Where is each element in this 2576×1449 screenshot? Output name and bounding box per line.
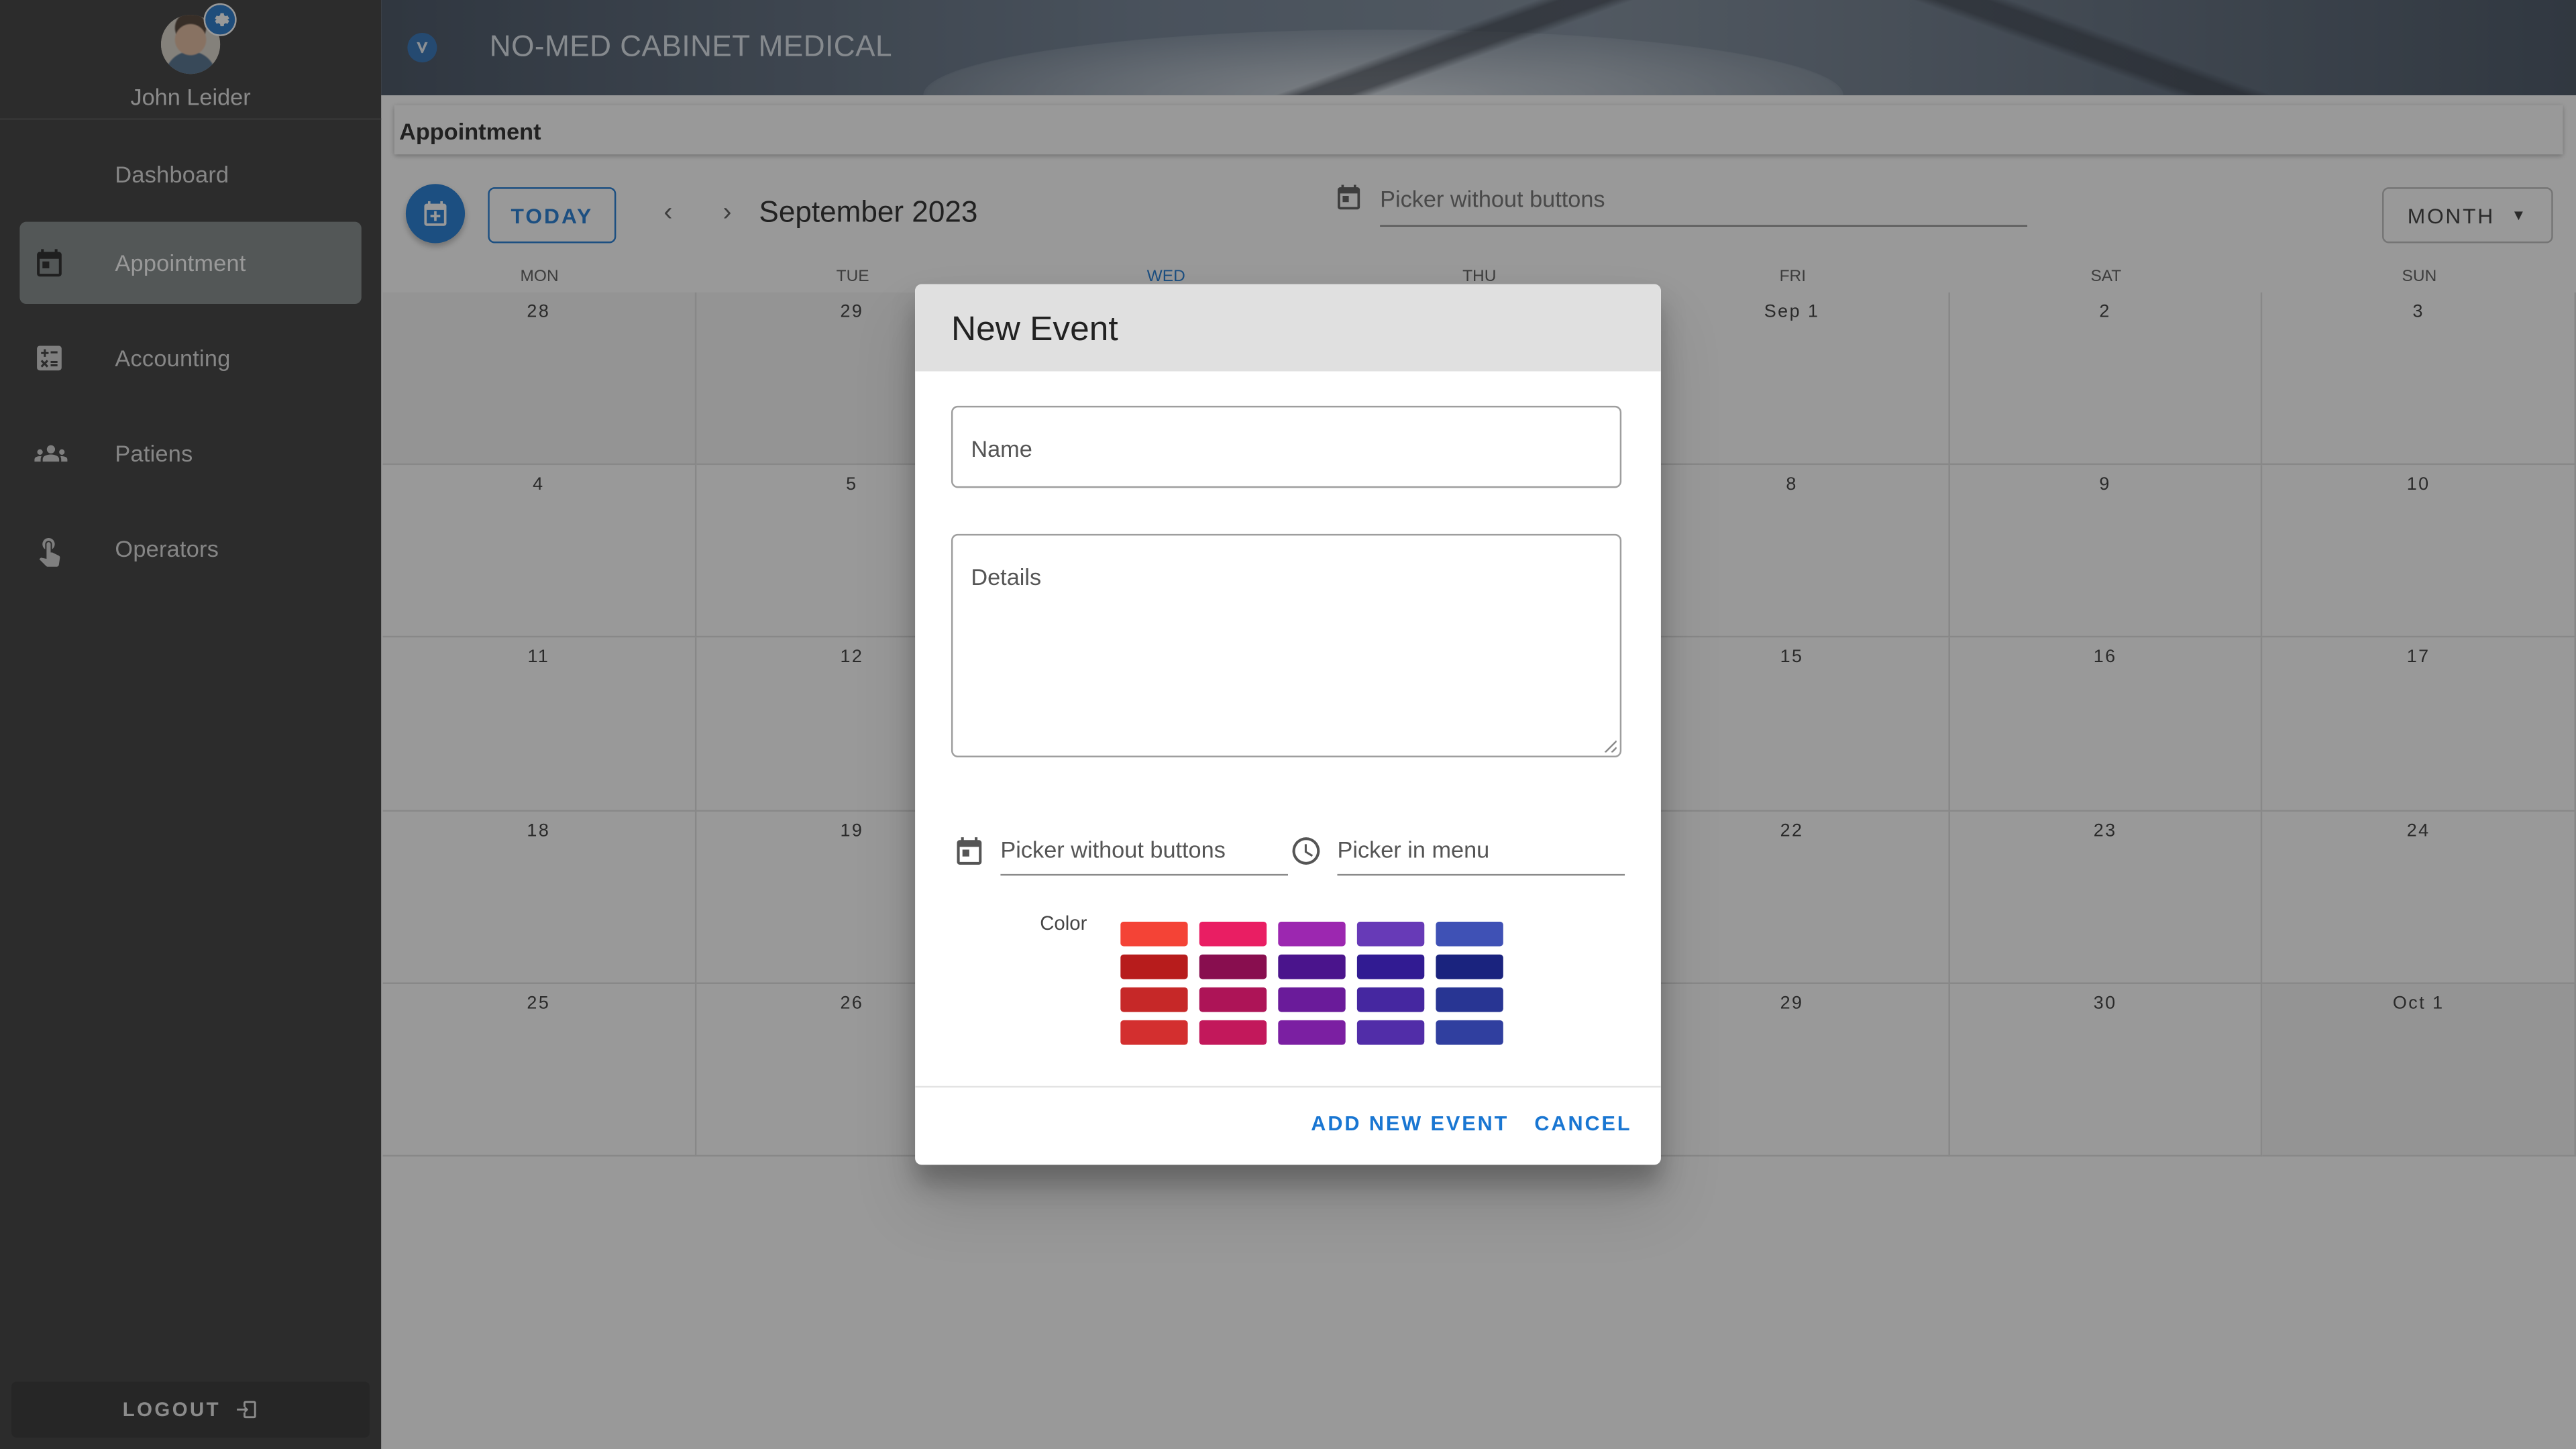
details-placeholder: Details (971, 564, 1042, 590)
dialog-header: New Event (915, 284, 1661, 372)
event-time-placeholder: Picker in menu (1337, 836, 1490, 863)
details-field[interactable]: Details (951, 533, 1622, 757)
color-swatch[interactable] (1199, 987, 1267, 1012)
color-swatch[interactable] (1356, 1020, 1425, 1045)
color-swatch[interactable] (1356, 987, 1425, 1012)
color-swatch[interactable] (1356, 921, 1425, 947)
color-swatch[interactable] (1436, 921, 1503, 947)
color-swatch[interactable] (1436, 987, 1503, 1012)
color-swatch[interactable] (1278, 987, 1346, 1012)
color-swatch[interactable] (1120, 954, 1188, 979)
color-swatch[interactable] (1278, 921, 1346, 947)
event-time-picker[interactable]: Picker in menu (1337, 837, 1625, 876)
color-label: Color (1040, 912, 1087, 935)
color-swatch[interactable] (1436, 1020, 1503, 1045)
color-swatch[interactable] (1199, 921, 1267, 947)
color-swatch[interactable] (1199, 1020, 1267, 1045)
color-swatch[interactable] (1356, 954, 1425, 979)
new-event-dialog: New Event Name Details Picker without bu… (915, 284, 1661, 1165)
dialog-divider (915, 1085, 1661, 1088)
color-swatch[interactable] (1120, 987, 1188, 1012)
color-swatch[interactable] (1278, 954, 1346, 979)
color-swatch[interactable] (1199, 954, 1267, 979)
cancel-button[interactable]: CANCEL (1534, 1112, 1631, 1135)
color-swatch[interactable] (1120, 1020, 1188, 1045)
event-date-picker[interactable]: Picker without buttons (1000, 836, 1289, 876)
calendar-icon[interactable] (953, 835, 985, 875)
add-new-event-button[interactable]: ADD NEW EVENT (1311, 1112, 1509, 1135)
event-date-placeholder: Picker without buttons (1000, 836, 1226, 863)
name-placeholder: Name (971, 435, 1032, 462)
name-field[interactable]: Name (951, 405, 1622, 488)
color-swatch[interactable] (1436, 954, 1503, 979)
dialog-title: New Event (951, 310, 1118, 349)
resize-handle-icon[interactable] (1603, 739, 1617, 753)
color-swatch[interactable] (1120, 921, 1188, 947)
color-swatch[interactable] (1278, 1020, 1346, 1045)
clock-icon[interactable] (1289, 835, 1322, 875)
color-swatch-grid (1120, 921, 1515, 1053)
